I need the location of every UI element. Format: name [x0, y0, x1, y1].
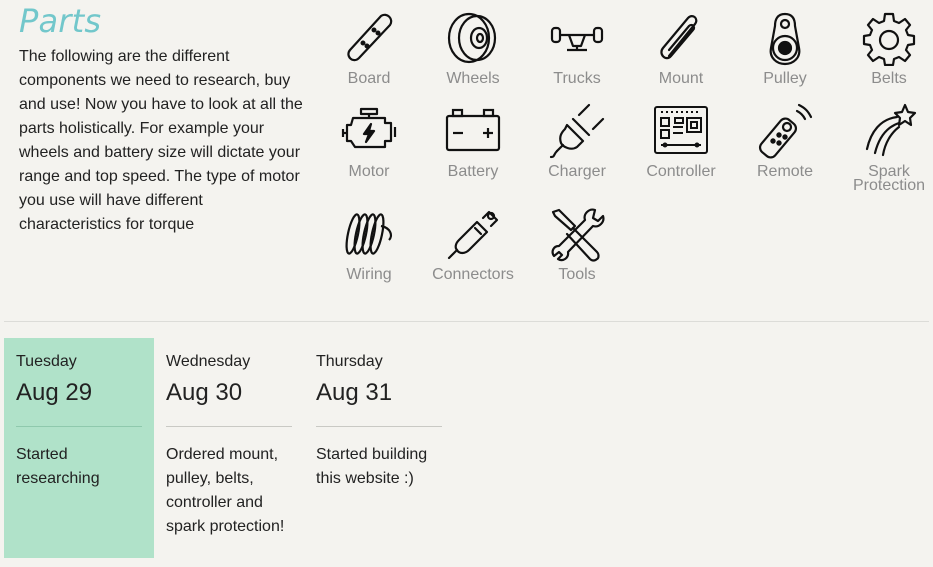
part-label: Trucks	[553, 70, 601, 87]
day-date: Aug 31	[316, 379, 393, 406]
day-rule	[316, 426, 442, 427]
page-title: Parts	[19, 2, 102, 40]
part-connectors[interactable]: Connectors	[421, 206, 525, 283]
part-board[interactable]: Board	[317, 10, 421, 87]
part-remote[interactable]: Remote	[733, 103, 837, 180]
pulley-icon	[769, 12, 801, 66]
part-pulley[interactable]: Pulley	[733, 10, 837, 87]
part-label: Mount	[658, 70, 704, 87]
part-controller[interactable]: Controller	[629, 103, 733, 180]
day-date: Aug 30	[166, 379, 243, 406]
day-weekday: Thursday	[316, 353, 383, 370]
part-label: Pulley	[763, 70, 807, 87]
day-date: Aug 29	[16, 379, 93, 406]
part-wheels[interactable]: Wheels	[421, 10, 525, 87]
day-rule	[16, 426, 142, 427]
part-wiring[interactable]: Wiring	[317, 206, 421, 283]
intro-text: The following are the different componen…	[19, 48, 303, 233]
day-weekday: Tuesday	[16, 353, 77, 370]
part-spark-protection[interactable]: Spark Protection	[837, 103, 933, 194]
coil-icon	[345, 213, 392, 255]
wheel-icon	[447, 12, 497, 64]
section-divider	[4, 321, 929, 322]
day-rule	[166, 426, 292, 427]
timeline-day: Tuesday Aug 29 Started researching	[4, 338, 154, 558]
shooting-star-icon	[865, 103, 917, 157]
part-belts[interactable]: Belts	[837, 10, 933, 87]
part-label: Wheels	[446, 70, 500, 87]
timeline-day: Thursday Aug 31 Started building this we…	[304, 338, 454, 558]
part-label: Connectors	[432, 266, 514, 283]
day-note: Started researching	[16, 446, 100, 487]
part-tools[interactable]: Tools	[525, 206, 629, 283]
connector-icon	[447, 210, 499, 260]
part-charger[interactable]: Charger	[525, 103, 629, 180]
part-label: Spark Protection	[852, 163, 926, 194]
part-label: Battery	[447, 163, 499, 180]
plug-icon	[549, 103, 605, 159]
part-battery[interactable]: Battery	[421, 103, 525, 180]
gear-icon	[862, 12, 916, 66]
part-label: Belts	[871, 70, 907, 87]
timeline-day: Wednesday Aug 30 Ordered mount, pulley, …	[154, 338, 304, 558]
part-mount[interactable]: Mount	[629, 10, 733, 87]
skateboard-icon	[347, 13, 393, 62]
battery-icon	[445, 108, 501, 152]
engine-icon	[341, 107, 397, 149]
tools-icon	[551, 208, 605, 262]
part-label: Tools	[558, 266, 596, 283]
part-label: Controller	[646, 163, 716, 180]
circuit-board-icon	[654, 106, 708, 154]
part-motor[interactable]: Motor	[317, 103, 421, 180]
day-note: Ordered mount, pulley, belts, controller…	[166, 446, 285, 535]
day-weekday: Wednesday	[166, 353, 251, 370]
part-trucks[interactable]: Trucks	[525, 10, 629, 87]
day-note: Started building this website :)	[316, 446, 428, 487]
part-label: Board	[347, 70, 391, 87]
truck-icon	[550, 26, 604, 52]
part-label: Wiring	[346, 266, 392, 283]
part-label: Motor	[348, 163, 390, 180]
paperclip-icon	[660, 15, 698, 60]
remote-icon	[758, 103, 813, 159]
part-label: Charger	[548, 163, 606, 180]
part-label: Remote	[756, 163, 814, 180]
